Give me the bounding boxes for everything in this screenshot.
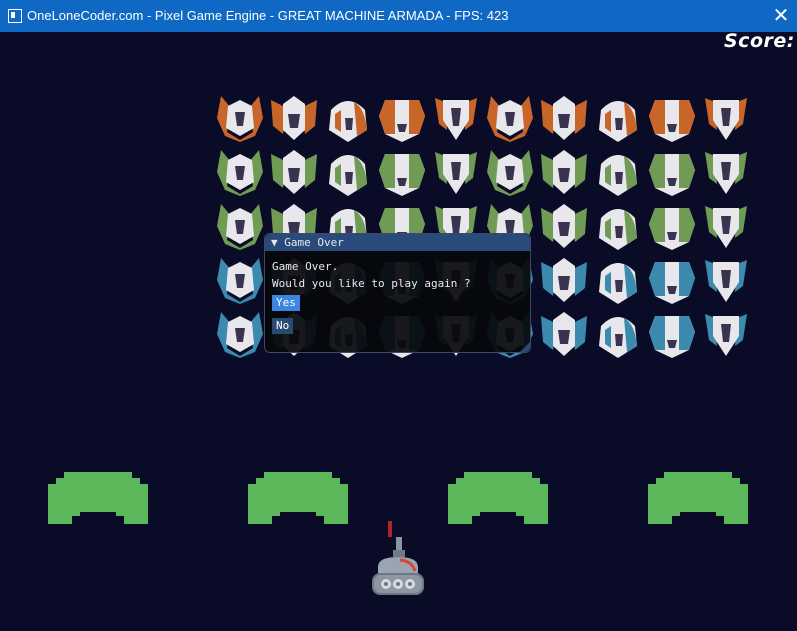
player-laser: [388, 521, 392, 537]
invader-green: [217, 204, 263, 250]
invader-orange: [705, 98, 747, 140]
invader-green: [649, 154, 695, 196]
invader-blue: [649, 262, 695, 304]
invader-green: [649, 208, 695, 250]
invader-orange: [599, 101, 637, 142]
bunker: [48, 472, 148, 524]
window-title: OneLoneCoder.com - Pixel Game Engine - G…: [27, 8, 509, 23]
invader-blue: [541, 312, 587, 356]
invader-green: [379, 154, 425, 196]
invader-blue: [705, 260, 747, 302]
invader-orange: [487, 96, 533, 142]
score-display: Score: 0: [724, 30, 797, 52]
game-over-dialog: ▼ Game Over Game Over. Would you like to…: [264, 233, 531, 353]
bunker: [648, 472, 748, 524]
invader-green: [599, 209, 637, 250]
invader-blue: [705, 314, 747, 356]
resize-grip[interactable]: [520, 342, 530, 352]
play-again-prompt: Would you like to play again ?: [272, 277, 471, 290]
invader-orange: [217, 96, 263, 142]
window-titlebar: OneLoneCoder.com - Pixel Game Engine - G…: [0, 0, 797, 32]
invader-blue: [599, 263, 637, 304]
invader-blue: [541, 258, 587, 302]
invader-green: [541, 204, 587, 248]
invader-green: [705, 206, 747, 248]
yes-button[interactable]: Yes: [272, 295, 300, 311]
invader-green: [599, 155, 637, 196]
app-icon: [8, 9, 22, 23]
no-button[interactable]: No: [272, 318, 294, 334]
invader-green: [217, 150, 263, 196]
invader-blue: [217, 258, 263, 304]
invader-blue: [599, 317, 637, 358]
game-over-message: Game Over.: [272, 260, 339, 273]
invader-blue: [649, 316, 695, 358]
invader-green: [541, 150, 587, 194]
invader-green: [271, 150, 317, 194]
invader-orange: [435, 98, 477, 140]
invader-orange: [649, 100, 695, 142]
invader-green: [487, 150, 533, 196]
invader-orange: [271, 96, 317, 140]
invader-blue: [217, 312, 263, 358]
invader-green: [329, 155, 367, 196]
close-icon[interactable]: ✕: [765, 0, 797, 32]
bunker: [448, 472, 548, 524]
invader-green: [705, 152, 747, 194]
invader-orange: [541, 96, 587, 140]
player-cannon: [372, 537, 424, 595]
dialog-title[interactable]: ▼ Game Over: [265, 234, 530, 251]
invader-orange: [379, 100, 425, 142]
invader-orange: [329, 101, 367, 142]
bunker: [248, 472, 348, 524]
invader-green: [435, 152, 477, 194]
